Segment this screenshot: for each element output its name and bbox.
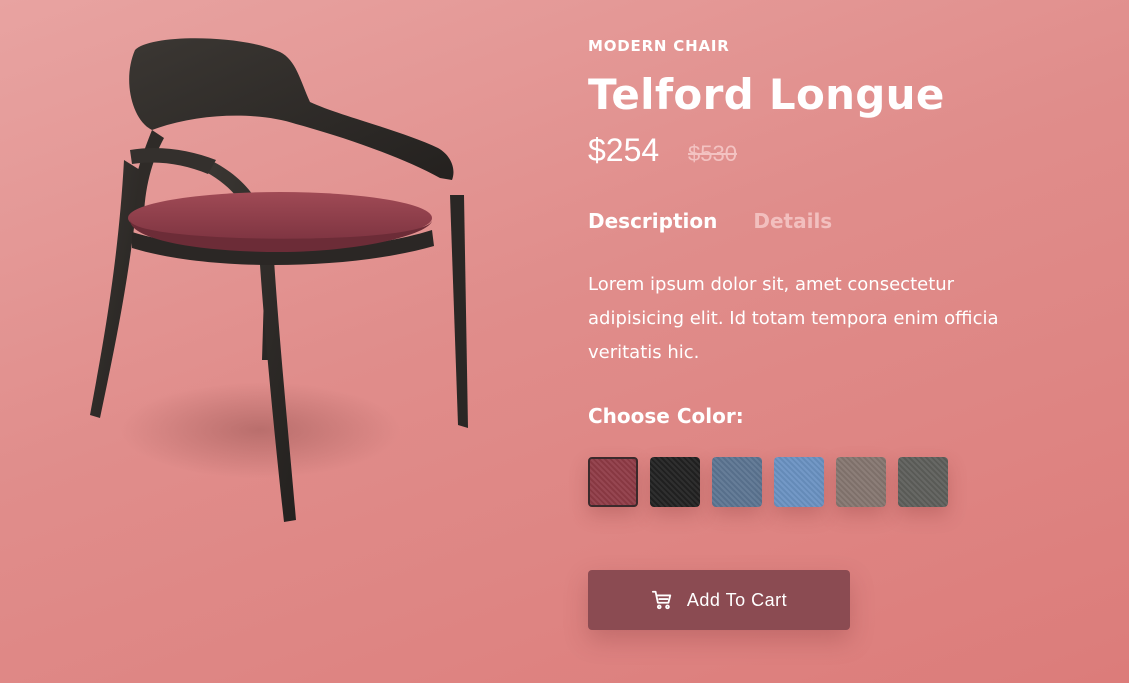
color-swatch-red[interactable] [588, 457, 638, 507]
product-image [60, 20, 500, 560]
product-description: Lorem ipsum dolor sit, amet consectetur … [588, 274, 999, 363]
chair-image [90, 38, 468, 522]
product-category: MODERN CHAIR [588, 37, 730, 55]
add-to-cart-label: Add To Cart [686, 589, 788, 610]
color-swatch-black[interactable] [650, 457, 700, 507]
choose-color-label: Choose Color: [588, 404, 744, 428]
info-tabs: Description Details [588, 209, 832, 233]
cart-icon [651, 589, 673, 611]
tab-details[interactable]: Details [753, 209, 832, 233]
color-swatch-gray[interactable] [898, 457, 948, 507]
add-to-cart-button[interactable]: Add To Cart [588, 570, 850, 630]
color-swatch-denim[interactable] [712, 457, 762, 507]
product-old-price: $530 [688, 141, 737, 166]
color-swatches [588, 457, 948, 507]
color-swatch-blue[interactable] [774, 457, 824, 507]
product-title: Telford Longue [588, 70, 945, 119]
product-price: $254 [588, 132, 660, 168]
color-swatch-taupe[interactable] [836, 457, 886, 507]
tab-description[interactable]: Description [588, 209, 717, 233]
